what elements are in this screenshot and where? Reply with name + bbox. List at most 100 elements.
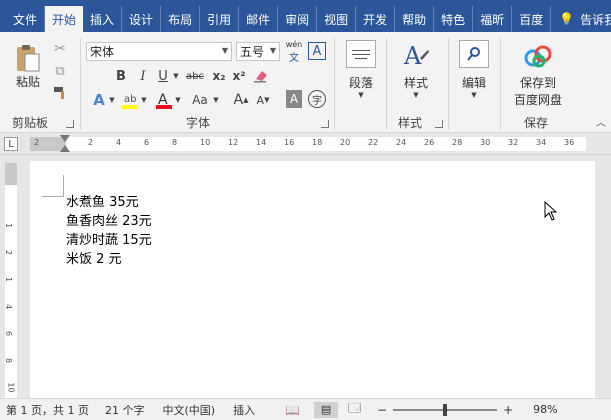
font-launcher-icon[interactable] [321,120,329,128]
vertical-ruler[interactable]: 1 2 1 4 6 8 10 [0,155,22,398]
tab-3[interactable]: 设计 [122,6,162,32]
editing-button[interactable]: 编辑 ▼ [454,40,494,110]
font-group-label: 字体 [186,116,211,130]
tab-12[interactable]: 福昕 [473,6,513,32]
vruler-margin [5,163,17,185]
chevron-down-icon[interactable]: ▼ [212,90,220,110]
clipboard-launcher-icon[interactable] [66,120,74,128]
document-line[interactable]: 米饭 2 元 [66,248,122,267]
superscript-button[interactable]: x² [230,66,248,86]
char-border-button[interactable]: A [308,42,326,60]
tab-selector-icon[interactable]: L [4,137,18,151]
ruler-tick: 2 [34,138,40,147]
font-size-combo[interactable]: 五号 ▼ [236,42,280,61]
chevron-down-icon[interactable]: ▼ [140,90,148,110]
tab-0[interactable]: 文件 [6,6,46,32]
save-to-baidu-button[interactable]: 保存到 百度网盘 [506,42,570,110]
zoom-slider[interactable] [393,403,498,416]
chevron-down-icon: ▼ [471,91,477,99]
chevron-down-icon: ▼ [221,46,228,55]
tab-4[interactable]: 布局 [161,6,201,32]
hanging-indent-icon[interactable] [60,145,70,152]
web-layout-icon[interactable]: 🗔 [348,399,361,420]
phonetic-guide-button[interactable]: wén 文 [284,40,304,64]
subscript-button[interactable]: x₂ [210,66,228,86]
chevron-down-icon[interactable]: ▼ [172,66,180,86]
chevron-down-icon: ▼ [269,46,276,55]
font-size-value: 五号 [240,45,265,59]
zoom-in-button[interactable]: + [503,403,513,417]
language[interactable]: 中文(中国) [162,402,215,418]
tab-5[interactable]: 引用 [200,6,240,32]
chevron-down-icon[interactable]: ▼ [174,90,182,110]
tab-7[interactable]: 审阅 [278,6,318,32]
char-shading-icon[interactable]: A [286,90,302,108]
grow-font-button[interactable]: A ▲ [232,90,250,110]
tab-11[interactable]: 特色 [434,6,474,32]
insert-mode[interactable]: 插入 [233,402,255,418]
enclose-char-icon[interactable]: 字 [308,90,326,108]
separator [500,38,501,130]
underline-button[interactable]: U [154,66,172,86]
search-icon [459,40,489,68]
save-group-label: 保存 [524,116,549,130]
styles-launcher-icon[interactable] [435,120,443,128]
change-case-button[interactable]: Aa [188,90,212,110]
baidu-cloud-icon [524,45,552,68]
tab-8[interactable]: 视图 [317,6,357,32]
ruler-tick: 6 [144,138,150,147]
styles-icon: A [403,42,429,70]
document-line[interactable]: 清炒时蔬 15元 [66,229,152,248]
text-effects-icon[interactable]: A [90,90,108,110]
status-bar: 第 1 页，共 1 页 21 个字 中文(中国) 插入 📖 ▤ 🗔 − + 98… [0,398,611,420]
tab-10[interactable]: 帮助 [395,6,435,32]
ruler-tick: 24 [396,138,407,147]
read-mode-icon[interactable]: 📖 [285,403,300,417]
font-name-combo[interactable]: 宋体 ▼ [86,42,232,61]
tab-2[interactable]: 插入 [83,6,123,32]
italic-button[interactable]: I [134,66,152,86]
indent-marker-icon[interactable] [60,135,70,142]
chevron-down-icon[interactable]: ▼ [108,90,116,110]
font-color-icon[interactable]: A [154,90,174,110]
zoom-level[interactable]: 98% [533,403,557,416]
document-line[interactable]: 水煮鱼 35元 [66,191,139,210]
ribbon-tab-bar: 文件 开始 插入 设计 布局 引用 邮件 审阅 视图 开发 帮助 特色 福昕 百度 💡 告诉我 [0,0,611,32]
document-page[interactable]: 水煮鱼 35元 鱼香肉丝 23元 清炒时蔬 15元 米饭 2 元 [30,161,595,398]
zoom-out-button[interactable]: − [377,403,387,417]
margin-corner-mark [42,175,64,197]
clipboard-group-label: 剪贴板 [12,116,49,130]
tab-1[interactable]: 开始 [45,6,84,32]
ruler-tick: 10 [200,138,211,147]
styles-button-label: 样式 [403,76,428,90]
strikethrough-button[interactable]: abc [184,66,206,86]
collapse-ribbon-icon[interactable]: ︿ [594,114,608,129]
cut-icon[interactable]: ✂ [50,40,70,58]
document-line[interactable]: 鱼香肉丝 23元 [66,210,152,229]
vruler-tick: 8 [4,357,14,364]
document-canvas[interactable]: 水煮鱼 35元 鱼香肉丝 23元 清炒时蔬 15元 米饭 2 元 [22,155,611,398]
tab-9[interactable]: 开发 [356,6,396,32]
svg-text:ab: ab [124,94,136,105]
word-count[interactable]: 21 个字 [105,402,145,418]
print-layout-icon[interactable]: ▤ [314,401,339,418]
paste-button[interactable]: 粘贴 [10,40,46,92]
shrink-font-button[interactable]: A ▼ [254,90,272,110]
zoom-slider-thumb[interactable] [443,403,448,416]
phonetic-icon: 文 [289,53,299,64]
paragraph-button[interactable]: 段落 ▼ [342,40,380,110]
tell-me-box[interactable]: 💡 告诉我 [551,6,611,32]
tell-me-label: 告诉我 [580,12,611,27]
page-count[interactable]: 第 1 页，共 1 页 [6,402,89,418]
format-painter-icon[interactable] [50,84,70,102]
tab-13[interactable]: 百度 [512,6,552,32]
copy-icon[interactable]: ⧉ [50,62,70,80]
save-to-line2: 百度网盘 [513,93,562,107]
clear-formatting-icon[interactable] [252,66,270,86]
horizontal-ruler[interactable]: L 2 2 4 6 8 10 12 14 16 18 20 22 24 26 28 30 32 34 36 [0,133,611,155]
bold-button[interactable]: B [112,66,130,86]
styles-button[interactable]: A 样式 ▼ [394,40,438,110]
ruler-tick: 28 [452,138,463,147]
highlight-color-icon[interactable]: ab [120,90,140,110]
tab-6[interactable]: 邮件 [239,6,279,32]
